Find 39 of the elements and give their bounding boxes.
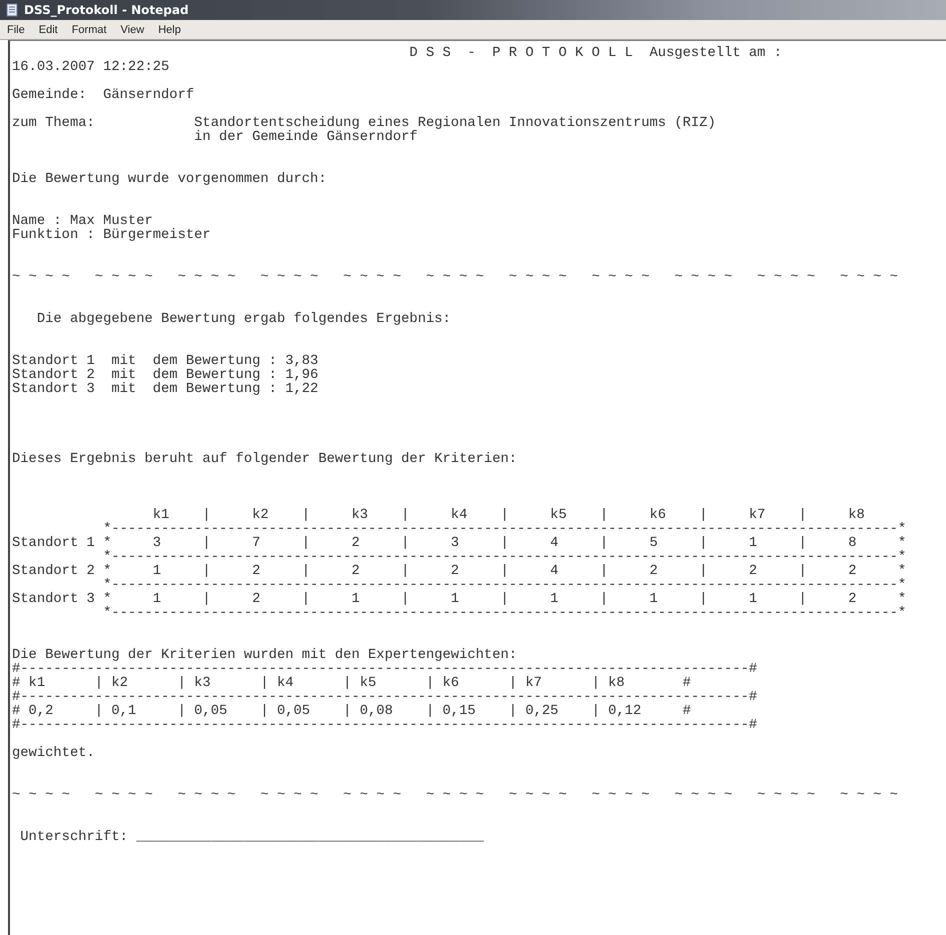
text-line: Standort 2 mit dem Bewertung : 1,96 xyxy=(12,368,318,383)
text-line: Standort 1 mit dem Bewertung : 3,83 xyxy=(12,354,318,369)
text-line: *-----------------------------------------------------------------------------------------------* xyxy=(102,606,906,621)
menu-item[interactable]: Format xyxy=(70,24,108,36)
menu-item[interactable]: Edit xyxy=(38,24,59,36)
text-line: Gemeinde: Gänserndorf xyxy=(12,88,194,103)
text-line: zum Thema: Standortentscheidung eines Regionalen Innovationszentrums (RIZ) xyxy=(12,116,716,131)
text-line: Die abgegebene Bewertung ergab folgendes Ergebnis: xyxy=(36,312,451,327)
text-line: k1 | k2 | k3 | k4 | k5 | k6 | k7 | k8 xyxy=(152,508,865,523)
text-line: ~ ~ ~ ~ ~ ~ ~ ~ ~ ~ ~ ~ ~ ~ ~ ~ ~ ~ ~ ~ ~ ~ ~ ~ ~ ~ ~ ~ ~ ~ ~ ~ ~ ~ ~ ~ ~ ~ ~ ~ ~ ~ ~ ~ xyxy=(12,270,898,285)
text-line: Name : Max Muster xyxy=(12,214,153,229)
text-line: Standort 1 * 3 | 7 | 2 | 3 | 4 | 5 | 1 | 8 * xyxy=(12,536,906,551)
text-line: Die Bewertung der Kriterien wurden mit den Expertengewichten: xyxy=(12,648,518,663)
text-line: ~ ~ ~ ~ ~ ~ ~ ~ ~ ~ ~ ~ ~ ~ ~ ~ ~ ~ ~ ~ ~ ~ ~ ~ ~ ~ ~ ~ ~ ~ ~ ~ ~ ~ ~ ~ ~ ~ ~ ~ ~ ~ ~ ~ xyxy=(12,788,898,803)
text-line: gewichtet. xyxy=(12,746,95,761)
menu-item[interactable]: Help xyxy=(157,24,182,36)
menu-item[interactable]: View xyxy=(120,24,146,36)
text-line: # k1 | k2 | k3 | k4 | k5 | k6 | k7 | k8 # xyxy=(12,676,691,691)
window-title: DSS_Protokoll - Notepad xyxy=(24,3,189,17)
text-line: Standort 3 * 1 | 2 | 1 | 1 | 1 | 1 | 1 | 2 * xyxy=(12,592,906,607)
text-line: Funktion : Bürgermeister xyxy=(12,228,211,243)
text-line: #----------------------------------------------------------------------------------------# xyxy=(12,718,758,733)
text-line: # 0,2 | 0,1 | 0,05 | 0,05 | 0,08 | 0,15 | 0,25 | 0,12 # xyxy=(12,704,691,719)
text-line: 16.03.2007 12:22:25 xyxy=(12,60,170,75)
menu-item[interactable]: File xyxy=(6,24,26,36)
text-line: Standort 2 * 1 | 2 | 2 | 2 | 4 | 2 | 2 | 2 * xyxy=(12,564,906,579)
text-line: Standort 3 mit dem Bewertung : 1,22 xyxy=(12,382,318,397)
text-line: Unterschrift: __________________________________________ xyxy=(19,830,484,845)
text-line: *-----------------------------------------------------------------------------------------------* xyxy=(102,578,906,593)
text-area[interactable] xyxy=(8,40,946,935)
notepad-icon xyxy=(5,3,19,17)
text-line: Dieses Ergebnis beruht auf folgender Bewertung der Kriterien: xyxy=(12,452,518,467)
text-line: *-----------------------------------------------------------------------------------------------* xyxy=(102,550,906,565)
text-line: in der Gemeinde Gänserndorf xyxy=(193,130,418,145)
text-line: D S S - P R O T O K O L L Ausgestellt am : xyxy=(408,46,782,61)
text-line: *-----------------------------------------------------------------------------------------------* xyxy=(102,522,906,537)
text-line: #----------------------------------------------------------------------------------------# xyxy=(12,690,758,705)
text-line: Die Bewertung wurde vorgenommen durch: xyxy=(12,172,327,187)
text-line: #----------------------------------------------------------------------------------------# xyxy=(12,662,758,677)
